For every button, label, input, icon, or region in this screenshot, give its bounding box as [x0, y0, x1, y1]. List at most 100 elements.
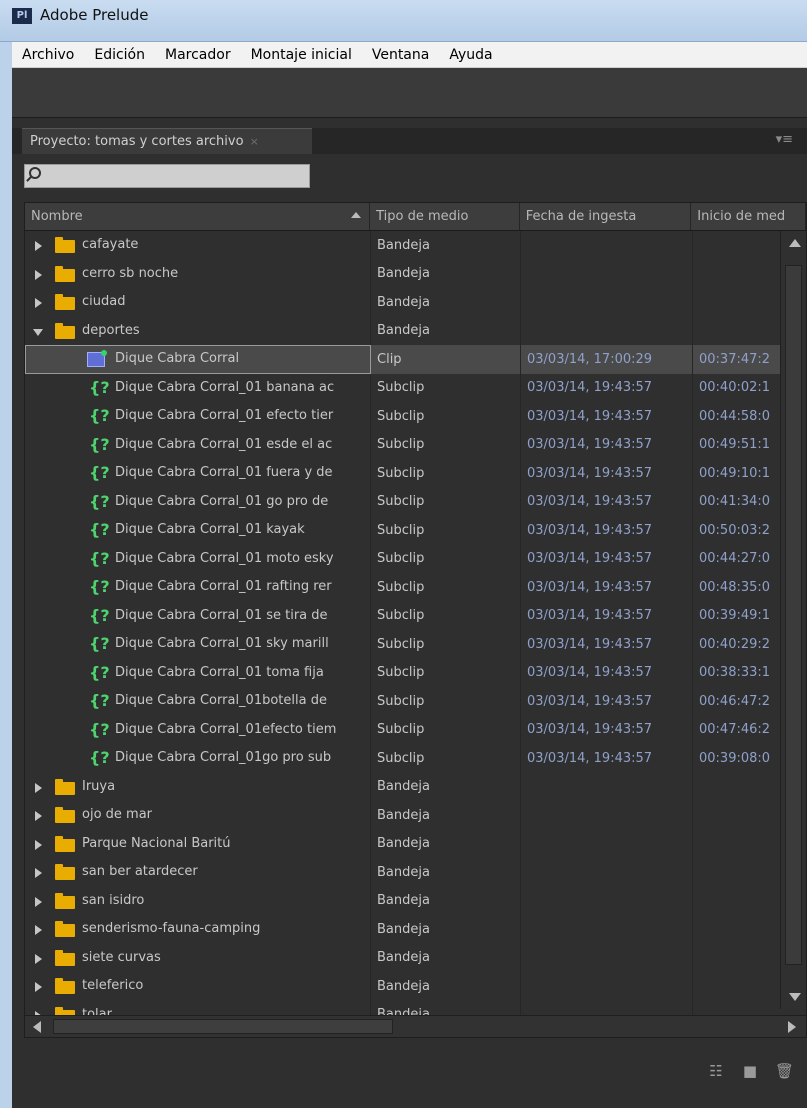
name-cell[interactable]: ciudad [25, 288, 371, 317]
menu-ventana[interactable]: Ventana [362, 47, 440, 63]
subclip-icon: {? [89, 691, 110, 710]
bin-row[interactable]: cerro sb noche Bandeja [25, 259, 780, 288]
clip-row[interactable]: {? Dique Cabra Corral_01 rafting rer Subcl… [25, 573, 780, 602]
menu-marcador[interactable]: Marcador [155, 47, 241, 63]
name-cell[interactable]: san isidro [25, 886, 371, 915]
scroll-thumb[interactable] [785, 265, 802, 965]
disclosure-closed-icon[interactable] [35, 896, 42, 907]
close-icon[interactable]: × [250, 135, 259, 148]
scroll-up-icon[interactable] [789, 239, 801, 247]
disclosure-closed-icon[interactable] [35, 241, 42, 251]
name-cell[interactable]: {? Dique Cabra Corral_01 se tira de [25, 601, 371, 630]
clip-row[interactable]: {? Dique Cabra Corral_01 go pro de Subclip… [25, 487, 780, 516]
name-cell[interactable]: {? Dique Cabra Corral_01 sky marill [25, 630, 371, 659]
media-start-cell: 00:48:35:0 [699, 579, 771, 595]
column-header-fecha[interactable]: Fecha de ingesta [520, 203, 692, 230]
hscroll-thumb[interactable] [53, 1019, 393, 1034]
bin-row[interactable]: Iruya Bandeja [25, 772, 780, 801]
disclosure-closed-icon[interactable] [35, 925, 42, 935]
name-cell[interactable]: {? Dique Cabra Corral_01efecto tiem [25, 715, 371, 744]
bin-row[interactable]: san ber atardecer Bandeja [25, 858, 780, 887]
name-cell[interactable]: senderismo-fauna-camping [25, 915, 371, 944]
search-input[interactable] [24, 164, 310, 188]
bin-row[interactable]: deportes Bandeja [25, 316, 780, 345]
folder-icon [55, 237, 75, 253]
clip-row[interactable]: {? Dique Cabra Corral_01efecto tiem Subcli… [25, 715, 780, 744]
clip-row[interactable]: {? Dique Cabra Corral_01go pro sub Subclip… [25, 744, 780, 773]
clip-row[interactable]: Dique Cabra Corral Clip 03/03/14, 17:00:29… [25, 345, 780, 374]
disclosure-closed-icon[interactable] [35, 953, 42, 964]
media-start-cell: 00:44:27:0 [699, 551, 771, 567]
clip-row[interactable]: {? Dique Cabra Corral_01 fuera y de Subcli… [25, 459, 780, 488]
clip-row[interactable]: {? Dique Cabra Corral_01 toma fija Subclip… [25, 658, 780, 687]
scroll-down-icon[interactable] [789, 993, 801, 1001]
disclosure-closed-icon[interactable] [35, 269, 42, 280]
name-cell[interactable]: Dique Cabra Corral [25, 345, 371, 374]
name-cell[interactable]: cafayate [25, 231, 371, 260]
panel-menu-icon[interactable]: ▾≡ [776, 132, 793, 147]
column-header-tipo[interactable]: Tipo de medio [370, 203, 520, 230]
name-cell[interactable]: {? Dique Cabra Corral_01 esde el ac [25, 430, 371, 459]
bin-row[interactable]: cafayate Bandeja [25, 231, 780, 260]
clip-row[interactable]: {? Dique Cabra Corral_01botella de Subclip… [25, 687, 780, 716]
menu-archivo[interactable]: Archivo [12, 47, 84, 63]
bin-row[interactable]: teleferico Bandeja [25, 972, 780, 1001]
clip-row[interactable]: {? Dique Cabra Corral_01 sky marill Subcli… [25, 630, 780, 659]
name-cell[interactable]: {? Dique Cabra Corral_01 toma fija [25, 658, 371, 687]
column-header-nombre[interactable]: Nombre [25, 203, 371, 230]
disclosure-closed-icon[interactable] [35, 868, 42, 878]
clip-row[interactable]: {? Dique Cabra Corral_01 banana ac Subclip… [25, 373, 780, 402]
new-bin-icon[interactable]: ■ [741, 1063, 759, 1079]
media-start-cell [693, 288, 780, 317]
list-view-icon[interactable]: ☷ [707, 1063, 725, 1079]
disclosure-closed-icon[interactable] [35, 982, 42, 992]
clip-row[interactable]: {? Dique Cabra Corral_01 kayak Subclip 03/0… [25, 516, 780, 545]
disclosure-closed-icon[interactable] [35, 298, 42, 308]
bin-row[interactable]: san isidro Bandeja [25, 886, 780, 915]
name-cell[interactable]: {? Dique Cabra Corral_01 banana ac [25, 373, 371, 402]
name-cell[interactable]: san ber atardecer [25, 858, 371, 887]
bin-name: ciudad [82, 294, 126, 309]
vertical-scrollbar[interactable] [780, 231, 806, 1009]
bin-row[interactable]: siete curvas Bandeja [25, 943, 780, 972]
bin-row[interactable]: Parque Nacional Baritú Bandeja [25, 829, 780, 858]
name-cell[interactable]: Iruya [25, 772, 371, 801]
name-cell[interactable]: deportes [25, 316, 371, 345]
menu-montaje-inicial[interactable]: Montaje inicial [241, 47, 362, 63]
media-type-cell: Subclip [371, 459, 521, 488]
bin-row[interactable]: ciudad Bandeja [25, 288, 780, 317]
name-cell[interactable]: {? Dique Cabra Corral_01 go pro de [25, 487, 371, 516]
folder-icon [55, 294, 75, 310]
disclosure-open-icon[interactable] [33, 328, 43, 336]
menu-edicion[interactable]: Edición [84, 47, 155, 63]
column-header-inicio[interactable]: Inicio de med [691, 203, 806, 230]
scroll-left-icon[interactable] [33, 1021, 41, 1033]
horizontal-scrollbar[interactable] [25, 1015, 806, 1037]
disclosure-closed-icon[interactable] [35, 782, 42, 793]
name-cell[interactable]: cerro sb noche [25, 259, 371, 288]
name-cell[interactable]: {? Dique Cabra Corral_01 moto esky [25, 544, 371, 573]
bin-row[interactable]: ojo de mar Bandeja [25, 801, 780, 830]
clip-row[interactable]: {? Dique Cabra Corral_01 efecto tier Subcl… [25, 402, 780, 431]
trash-icon[interactable]: 🗑 [775, 1063, 794, 1079]
name-cell[interactable]: {? Dique Cabra Corral_01go pro sub [25, 744, 371, 773]
name-cell[interactable]: Parque Nacional Baritú [25, 829, 371, 858]
clip-row[interactable]: {? Dique Cabra Corral_01 se tira de Subcli… [25, 601, 780, 630]
scroll-right-icon[interactable] [788, 1021, 796, 1033]
menu-ayuda[interactable]: Ayuda [439, 47, 502, 63]
clip-row[interactable]: {? Dique Cabra Corral_01 esde el ac Subcli… [25, 430, 780, 459]
name-cell[interactable]: {? Dique Cabra Corral_01botella de [25, 687, 371, 716]
name-cell[interactable]: siete curvas [25, 943, 371, 972]
disclosure-closed-icon[interactable] [35, 811, 42, 821]
ingest-date-cell: 03/03/14, 19:43:57 [521, 544, 693, 573]
tab-project[interactable]: Proyecto: tomas y cortes archivo × [22, 128, 312, 154]
name-cell[interactable]: {? Dique Cabra Corral_01 fuera y de [25, 459, 371, 488]
name-cell[interactable]: {? Dique Cabra Corral_01 efecto tier [25, 402, 371, 431]
bin-row[interactable]: senderismo-fauna-camping Bandeja [25, 915, 780, 944]
name-cell[interactable]: {? Dique Cabra Corral_01 rafting rer [25, 573, 371, 602]
name-cell[interactable]: ojo de mar [25, 801, 371, 830]
name-cell[interactable]: {? Dique Cabra Corral_01 kayak [25, 516, 371, 545]
disclosure-closed-icon[interactable] [35, 839, 42, 850]
name-cell[interactable]: teleferico [25, 972, 371, 1001]
clip-row[interactable]: {? Dique Cabra Corral_01 moto esky Subclip… [25, 544, 780, 573]
